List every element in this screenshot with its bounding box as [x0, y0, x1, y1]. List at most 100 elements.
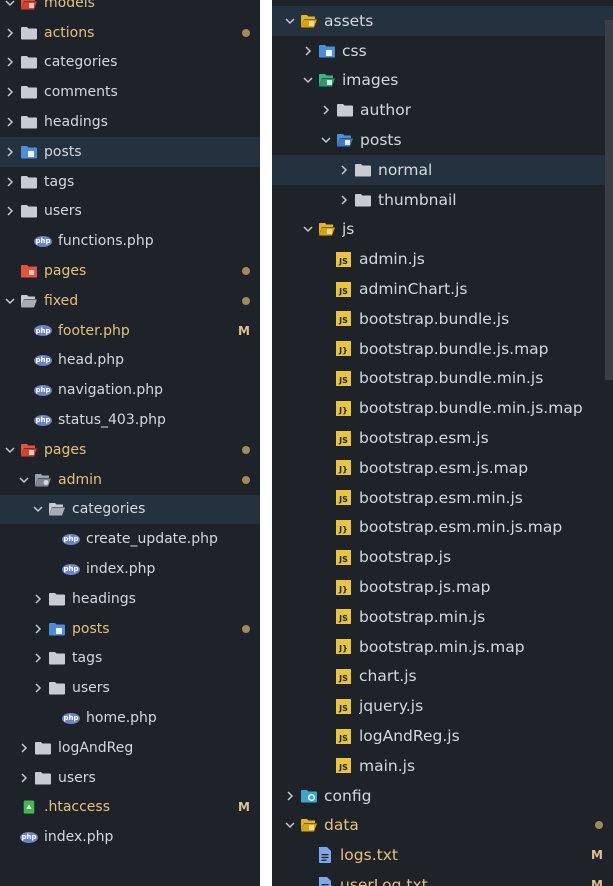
chevron-right-icon[interactable]: [2, 203, 18, 219]
folder-icon: [20, 114, 38, 130]
tree-item-users[interactable]: users: [0, 763, 260, 793]
tree-item-js[interactable]: js: [272, 215, 613, 245]
tree-item-posts[interactable]: posts: [0, 136, 260, 167]
chevron-down-icon[interactable]: [16, 472, 32, 488]
chevron-right-icon[interactable]: [2, 174, 18, 190]
chevron-right-icon[interactable]: [2, 25, 18, 41]
chevron-down-icon[interactable]: [300, 221, 316, 237]
tree-item-logandreg[interactable]: logAndReg: [0, 733, 260, 763]
chevron-down-icon[interactable]: [2, 0, 18, 11]
tree-item-index-php[interactable]: php index.php: [0, 554, 260, 584]
tree-item-bootstrap-esm-min-js[interactable]: JS bootstrap.esm.min.js: [272, 483, 613, 513]
chevron-down-icon[interactable]: [2, 293, 18, 309]
tree-item-adminchart-js[interactable]: JS adminChart.js: [272, 274, 613, 304]
tree-item-posts[interactable]: posts: [272, 125, 613, 155]
chevron-right-icon[interactable]: [30, 680, 46, 696]
chevron-down-icon[interactable]: [282, 817, 298, 833]
chevron-right-icon[interactable]: [282, 788, 298, 804]
chevron-right-icon[interactable]: [300, 43, 316, 59]
tree-item-admin[interactable]: admin: [0, 465, 260, 495]
tree-item-bootstrap-min-js[interactable]: JS bootstrap.min.js: [272, 602, 613, 632]
chevron-down-icon[interactable]: [30, 501, 46, 517]
chevron-right-icon[interactable]: [336, 162, 352, 178]
tree-item-actions[interactable]: actions: [0, 18, 260, 48]
chevron-down-icon[interactable]: [282, 13, 298, 29]
tree-item-normal[interactable]: normal: [272, 154, 613, 185]
tree-item-pages[interactable]: pages: [0, 435, 260, 465]
tree-item-assets[interactable]: assets: [272, 6, 613, 36]
tree-item-thumbnail[interactable]: thumbnail: [272, 185, 613, 215]
tree-item-main-js[interactable]: JS main.js: [272, 751, 613, 781]
tree-item-bootstrap-esm-js[interactable]: JS bootstrap.esm.js: [272, 423, 613, 453]
tree-item-bootstrap-esm-min-js-map[interactable]: J} bootstrap.esm.min.js.map: [272, 513, 613, 543]
tree-item-tags[interactable]: tags: [0, 167, 260, 197]
tree-item-users[interactable]: users: [0, 197, 260, 227]
folder-icon: [48, 591, 66, 607]
chevron-right-icon[interactable]: [2, 84, 18, 100]
tree-item-label: comments: [44, 84, 118, 101]
tree-item-posts[interactable]: posts: [0, 614, 260, 644]
git-status-badge: M: [591, 878, 603, 886]
tree-item-css[interactable]: css: [272, 36, 613, 66]
chevron-down-icon[interactable]: [300, 72, 316, 88]
chevron-right-icon[interactable]: [336, 192, 352, 208]
tree-item-create-update-php[interactable]: php create_update.php: [0, 524, 260, 554]
tree-item-label: bootstrap.bundle.js.map: [359, 339, 549, 358]
chevron-right-icon[interactable]: [2, 144, 18, 160]
folder-open-icon: [336, 132, 354, 148]
tree-item-bootstrap-js-map[interactable]: J} bootstrap.js.map: [272, 572, 613, 602]
folder-icon: [48, 680, 66, 696]
tree-item-htaccess[interactable]: .htaccess M: [0, 793, 260, 823]
tree-item-label: models: [44, 0, 95, 11]
tree-item-headings[interactable]: headings: [0, 107, 260, 137]
folder-icon: [20, 144, 38, 160]
chevron-right-icon[interactable]: [16, 770, 32, 786]
chevron-right-icon[interactable]: [2, 114, 18, 130]
vertical-scrollbar[interactable]: [605, 20, 613, 380]
chevron-right-icon[interactable]: [30, 591, 46, 607]
tree-item-head-php[interactable]: php head.php: [0, 346, 260, 376]
tree-item-config[interactable]: config: [272, 781, 613, 811]
tree-item-navigation-php[interactable]: php navigation.php: [0, 375, 260, 405]
chevron-down-icon[interactable]: [318, 132, 334, 148]
tree-item-admin-js[interactable]: JS admin.js: [272, 244, 613, 274]
tree-item-label: footer.php: [58, 322, 130, 339]
tree-item-bootstrap-min-js-map[interactable]: J} bootstrap.min.js.map: [272, 632, 613, 662]
chevron-right-icon[interactable]: [30, 650, 46, 666]
chevron-right-icon[interactable]: [2, 54, 18, 70]
tree-item-bootstrap-bundle-js-map[interactable]: J} bootstrap.bundle.js.map: [272, 334, 613, 364]
tree-item-footer-php[interactable]: php footer.php M: [0, 316, 260, 346]
chevron-right-icon[interactable]: [16, 740, 32, 756]
tree-item-bootstrap-bundle-js[interactable]: JS bootstrap.bundle.js: [272, 304, 613, 334]
tree-item-author[interactable]: author: [272, 95, 613, 125]
tree-item-bootstrap-bundle-min-js[interactable]: JS bootstrap.bundle.min.js: [272, 364, 613, 394]
chevron-down-icon[interactable]: [2, 442, 18, 458]
tree-item-models[interactable]: models: [0, 0, 260, 18]
tree-item-status-403-php[interactable]: php status_403.php: [0, 405, 260, 435]
tree-item-label: admin: [58, 471, 102, 488]
tree-item-logs-txt[interactable]: logs.txt M: [272, 840, 613, 870]
tree-item-home-php[interactable]: php home.php: [0, 703, 260, 733]
tree-item-data[interactable]: data: [272, 811, 613, 841]
tree-item-categories[interactable]: categories: [0, 48, 260, 78]
tree-item-headings[interactable]: headings: [0, 584, 260, 614]
tree-item-bootstrap-bundle-min-js-map[interactable]: J} bootstrap.bundle.min.js.map: [272, 393, 613, 423]
tree-item-categories[interactable]: categories: [0, 494, 260, 525]
tree-item-userlog-txt[interactable]: userLog.txt M: [272, 870, 613, 886]
tree-item-jquery-js[interactable]: JS jquery.js: [272, 691, 613, 721]
tree-item-bootstrap-js[interactable]: JS bootstrap.js: [272, 542, 613, 572]
tree-item-label: create_update.php: [86, 531, 218, 548]
tree-item-logandreg-js[interactable]: JS logAndReg.js: [272, 721, 613, 751]
tree-item-images[interactable]: images: [272, 66, 613, 96]
chevron-right-icon[interactable]: [318, 102, 334, 118]
tree-item-index-php[interactable]: php index.php: [0, 822, 260, 852]
tree-item-comments[interactable]: comments: [0, 77, 260, 107]
tree-item-bootstrap-esm-js-map[interactable]: J} bootstrap.esm.js.map: [272, 453, 613, 483]
tree-item-fixed[interactable]: fixed: [0, 286, 260, 316]
chevron-right-icon[interactable]: [30, 621, 46, 637]
tree-item-tags[interactable]: tags: [0, 644, 260, 674]
tree-item-pages[interactable]: pages: [0, 256, 260, 286]
tree-item-chart-js[interactable]: JS chart.js: [272, 662, 613, 692]
tree-item-functions-php[interactable]: php functions.php: [0, 226, 260, 256]
tree-item-users[interactable]: users: [0, 673, 260, 703]
